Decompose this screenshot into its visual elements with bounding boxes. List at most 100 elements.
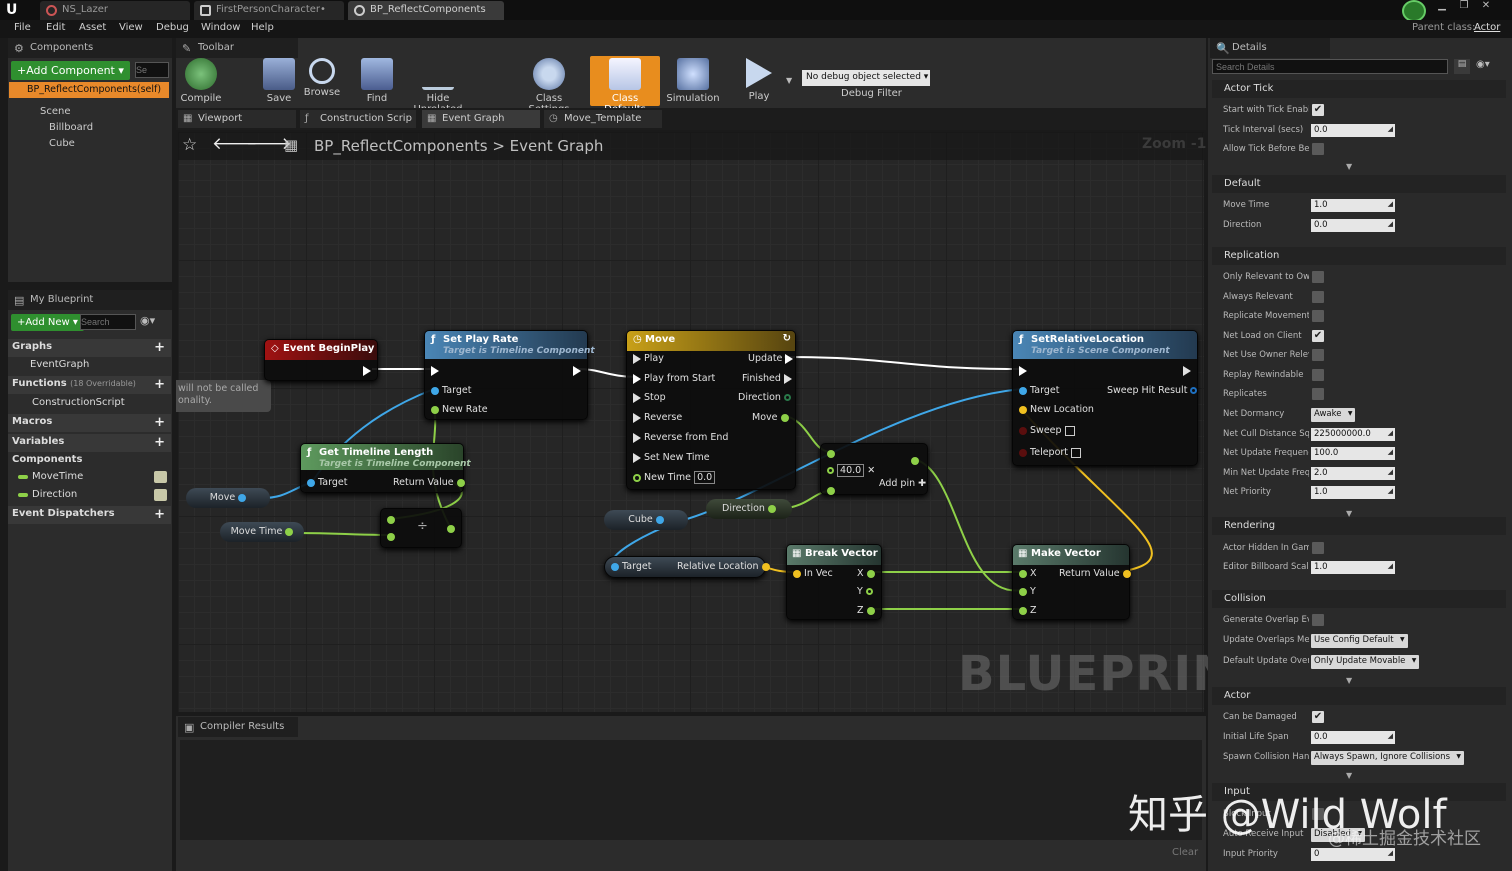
spinner-icon[interactable]: ◢ xyxy=(1388,125,1393,133)
target-pin[interactable]: Target xyxy=(307,477,347,488)
property-number-field[interactable]: 1.0 ◢ xyxy=(1311,561,1395,574)
exec-out-pin[interactable] xyxy=(573,365,581,376)
node-get-timeline-length[interactable]: ƒ Get Timeline Length Target is Timeline C… xyxy=(300,443,471,493)
variable-move-getter[interactable]: Move xyxy=(186,488,270,508)
relative-location-pin[interactable]: Relative Location xyxy=(677,561,770,572)
property-number-field[interactable]: 0 ◢ xyxy=(1311,848,1395,861)
return-value-pin[interactable]: Return Value xyxy=(1059,568,1131,579)
property-checkbox[interactable] xyxy=(1312,349,1324,361)
x-in-pin[interactable]: X xyxy=(1019,568,1037,579)
multiply-in-b-pin[interactable]: 40.0 ✕ xyxy=(827,464,875,477)
z-in-pin[interactable]: Z xyxy=(1019,605,1037,616)
set-new-time-pin[interactable]: Set New Time xyxy=(633,452,710,463)
property-number-field[interactable]: 2.0 ◢ xyxy=(1311,467,1395,480)
expand-advanced-icon[interactable]: ▼ xyxy=(1346,676,1352,685)
return-value-pin[interactable]: Return Value xyxy=(393,477,465,488)
teleport-checkbox[interactable] xyxy=(1071,447,1082,458)
spinner-icon[interactable]: ◢ xyxy=(1388,732,1393,740)
spinner-icon[interactable]: ◢ xyxy=(1388,562,1393,570)
multiply-value-input[interactable]: 40.0 xyxy=(837,464,865,477)
property-dropdown[interactable]: Only Update Movable xyxy=(1311,655,1420,669)
sweep-pin[interactable]: Sweep xyxy=(1019,425,1075,436)
move-pin[interactable]: Move xyxy=(752,412,789,423)
spinner-icon[interactable]: ◢ xyxy=(1388,220,1393,228)
node-event-beginplay[interactable]: ◇ Event BeginPlay xyxy=(264,339,378,381)
exec-out-pin[interactable] xyxy=(1183,365,1191,376)
multiply-in-a-pin[interactable] xyxy=(827,448,835,459)
node-break-vector[interactable]: ▦ Break Vector In Vec X Y Z xyxy=(786,544,882,620)
spinner-icon[interactable]: ◢ xyxy=(1388,487,1393,495)
property-number-field[interactable]: 0.0 ◢ xyxy=(1311,219,1395,232)
target-pin[interactable]: Target xyxy=(611,561,651,572)
node-set-play-rate[interactable]: ƒ Set Play Rate Target is Timeline Compone… xyxy=(424,330,595,420)
details-section-default[interactable]: Default xyxy=(1212,175,1506,193)
expand-advanced-icon[interactable]: ▼ xyxy=(1346,771,1352,780)
reverse-pin[interactable]: Reverse xyxy=(633,412,682,423)
property-checkbox[interactable] xyxy=(1312,271,1324,283)
details-section-actor[interactable]: Actor xyxy=(1212,687,1506,705)
node-set-relative-location[interactable]: ƒ SetRelativeLocation Target is Scene Comp… xyxy=(1012,330,1198,466)
property-checkbox[interactable] xyxy=(1312,542,1324,554)
variable-movetime-getter[interactable]: Move Time xyxy=(220,522,304,542)
property-checkbox[interactable]: ✔ xyxy=(1312,711,1324,723)
node-divide[interactable]: ÷ xyxy=(380,508,462,548)
teleport-pin[interactable]: Teleport xyxy=(1019,447,1082,458)
y-out-pin[interactable]: Y xyxy=(857,586,873,597)
node-get-relative-location[interactable]: Target Relative Location xyxy=(604,556,770,578)
exec-out-pin[interactable] xyxy=(363,366,371,377)
divide-out-pin[interactable] xyxy=(447,523,455,534)
details-section-collision[interactable]: Collision xyxy=(1212,590,1506,608)
play-pin[interactable]: Play xyxy=(633,353,664,364)
node-move-timeline[interactable]: ◷ Move ↻ Play Play from Start Stop Reverse… xyxy=(626,330,796,490)
multiply-in-c-pin[interactable] xyxy=(827,485,835,496)
multiply-out-pin[interactable] xyxy=(911,455,919,466)
property-number-field[interactable]: 100.0 ◢ xyxy=(1311,447,1395,460)
graph-comment[interactable]: will not be called onality. xyxy=(176,380,271,412)
spinner-icon[interactable]: ◢ xyxy=(1388,448,1393,456)
add-pin-button[interactable]: Add pin ✚ xyxy=(879,478,926,489)
property-number-field[interactable]: 0.0 ◢ xyxy=(1311,124,1395,137)
direction-pin[interactable]: Direction xyxy=(738,392,791,403)
new-time-pin[interactable]: New Time 0.0 xyxy=(633,471,716,484)
variable-cube-getter[interactable]: Cube xyxy=(604,510,688,530)
property-checkbox[interactable]: ✔ xyxy=(1312,330,1324,342)
x-out-pin[interactable]: X xyxy=(857,568,875,579)
property-checkbox[interactable] xyxy=(1312,143,1324,155)
property-dropdown[interactable]: Awake xyxy=(1311,408,1356,422)
spinner-icon[interactable]: ◢ xyxy=(1388,200,1393,208)
spinner-icon[interactable]: ◢ xyxy=(1388,849,1393,857)
y-in-pin[interactable]: Y xyxy=(1019,586,1036,597)
details-section-rendering[interactable]: Rendering xyxy=(1212,517,1506,535)
details-view-options-icon[interactable]: ◉▾ xyxy=(1476,59,1490,70)
details-section-actor-tick[interactable]: Actor Tick xyxy=(1212,80,1506,98)
variable-direction-getter[interactable]: Direction xyxy=(706,499,792,519)
divide-in-b-pin[interactable] xyxy=(387,531,395,542)
property-checkbox[interactable] xyxy=(1312,310,1324,322)
property-number-field[interactable]: 0.0 ◢ xyxy=(1311,731,1395,744)
new-rate-pin[interactable]: New Rate xyxy=(431,404,488,415)
expand-advanced-icon[interactable]: ▼ xyxy=(1346,509,1352,518)
property-checkbox[interactable] xyxy=(1312,369,1324,381)
target-pin[interactable]: Target xyxy=(431,385,471,396)
property-matrix-icon[interactable]: ▤ xyxy=(1454,59,1470,74)
spinner-icon[interactable]: ◢ xyxy=(1388,429,1393,437)
clear-button[interactable]: Clear xyxy=(1172,847,1198,858)
property-checkbox[interactable] xyxy=(1312,291,1324,303)
new-time-input[interactable]: 0.0 xyxy=(694,471,716,484)
play-from-start-pin[interactable]: Play from Start xyxy=(633,373,715,384)
stop-pin[interactable]: Stop xyxy=(633,392,666,403)
details-search-input[interactable] xyxy=(1212,59,1448,74)
reverse-from-end-pin[interactable]: Reverse from End xyxy=(633,432,728,443)
exec-in-pin[interactable] xyxy=(431,365,439,376)
property-checkbox[interactable]: ✔ xyxy=(1312,104,1324,116)
node-multiply[interactable]: 40.0 ✕ Add pin ✚ xyxy=(820,443,928,495)
property-checkbox[interactable] xyxy=(1312,388,1324,400)
divide-in-a-pin[interactable] xyxy=(387,514,395,525)
property-checkbox[interactable] xyxy=(1312,614,1324,626)
node-make-vector[interactable]: ▦ Make Vector X Y Z Return Value xyxy=(1012,544,1131,620)
property-number-field[interactable]: 1.0 ◢ xyxy=(1311,486,1395,499)
finished-pin[interactable]: Finished xyxy=(742,373,792,384)
spinner-icon[interactable]: ◢ xyxy=(1388,468,1393,476)
target-pin[interactable]: Target xyxy=(1019,385,1059,396)
property-number-field[interactable]: 225000000.0 ◢ xyxy=(1311,428,1395,441)
